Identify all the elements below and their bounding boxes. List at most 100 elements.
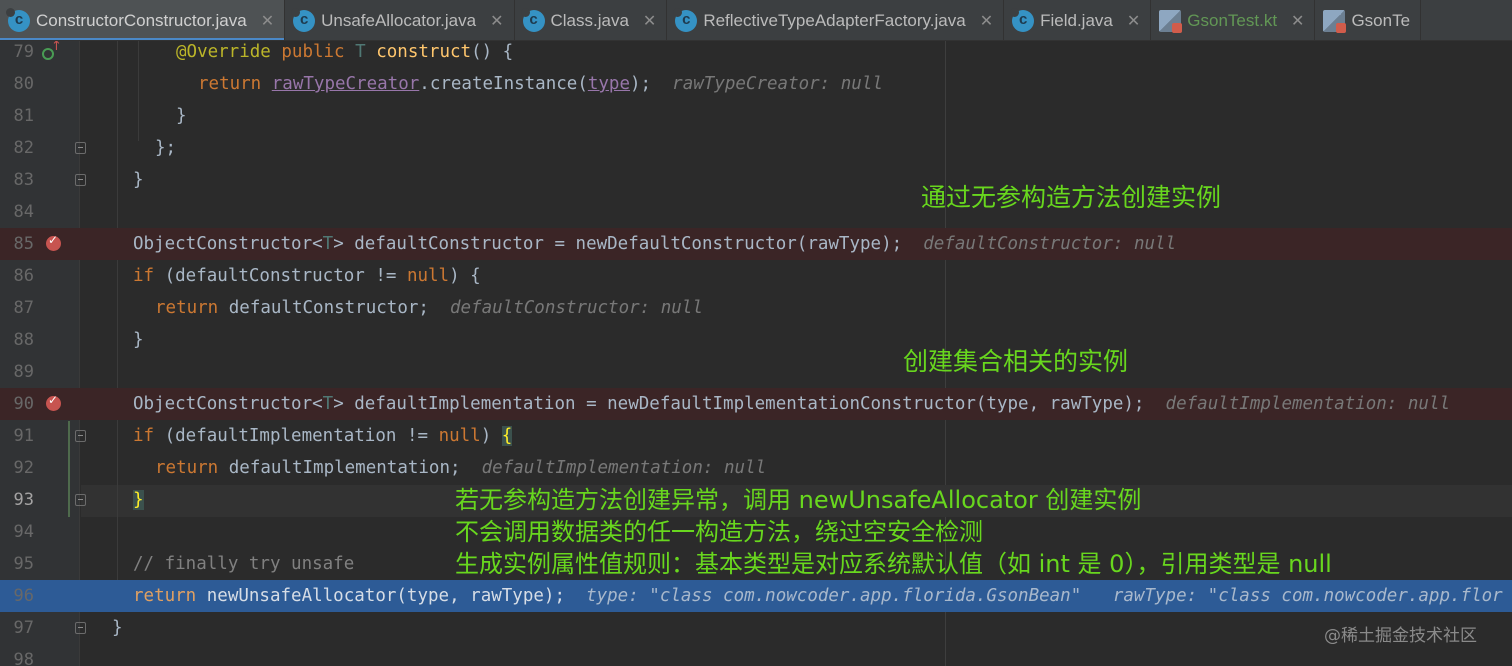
execution-point-line[interactable]: 96 return newUnsafeAllocator(type, rawTy… bbox=[0, 580, 1512, 612]
close-icon[interactable]: ✕ bbox=[261, 11, 274, 31]
code-line[interactable]: 82 }; bbox=[0, 132, 1512, 164]
code-line[interactable]: 92 return defaultImplementation; default… bbox=[0, 452, 1512, 484]
line-number: 95 bbox=[13, 554, 34, 574]
code-line-breakpoint[interactable]: 85 ObjectConstructor<T> defaultConstruct… bbox=[0, 228, 1512, 260]
breakpoint-icon[interactable] bbox=[46, 393, 61, 411]
line-number: 86 bbox=[13, 266, 34, 286]
kotlin-file-icon bbox=[1159, 9, 1183, 33]
line-number: 85 bbox=[13, 234, 34, 254]
tab-reflectivetypeadapterfactory[interactable]: ReflectiveTypeAdapterFactory.java ✕ bbox=[667, 0, 1005, 40]
tab-label: ReflectiveTypeAdapterFactory.java bbox=[703, 10, 966, 30]
line-number: 97 bbox=[13, 618, 34, 638]
java-class-icon bbox=[1010, 7, 1035, 32]
code-text: } bbox=[176, 106, 187, 126]
code-line[interactable]: 87 return defaultConstructor; defaultCon… bbox=[0, 292, 1512, 324]
tab-class[interactable]: Class.java ✕ bbox=[515, 0, 668, 40]
code-line[interactable]: 84 bbox=[0, 196, 1512, 228]
kotlin-file-icon bbox=[1323, 9, 1347, 33]
line-number: 92 bbox=[13, 458, 34, 478]
close-icon[interactable]: ✕ bbox=[1127, 11, 1140, 31]
code-line[interactable]: 86 if (defaultConstructor != null) { bbox=[0, 260, 1512, 292]
code-text: } bbox=[133, 484, 144, 516]
inline-debug-value: type: "class com.nowcoder.app.florida.Gs… bbox=[586, 586, 1503, 606]
code-text: ObjectConstructor<T> defaultImplementati… bbox=[133, 394, 1451, 414]
inline-debug-value: defaultImplementation: null bbox=[481, 458, 767, 478]
inline-debug-value: rawTypeCreator: null bbox=[672, 74, 883, 94]
code-line[interactable]: 80 return rawTypeCreator.createInstance(… bbox=[0, 68, 1512, 100]
fold-icon[interactable] bbox=[75, 142, 86, 154]
java-class-icon bbox=[673, 7, 698, 32]
line-number: 93 bbox=[13, 490, 34, 510]
watermark: @稀土掘金技术社区 bbox=[1324, 626, 1477, 646]
line-number: 87 bbox=[13, 298, 34, 318]
code-text: } bbox=[112, 618, 123, 638]
editor-tab-bar: ConstructorConstructor.java ✕ UnsafeAllo… bbox=[0, 0, 1512, 41]
code-line[interactable]: 83 } bbox=[0, 164, 1512, 196]
code-line-breakpoint[interactable]: 90 ObjectConstructor<T> defaultImplement… bbox=[0, 388, 1512, 420]
code-editor[interactable]: 79 @Override public T construct() { 80 r… bbox=[0, 41, 1512, 666]
fold-icon[interactable] bbox=[75, 494, 86, 506]
code-line[interactable]: 89 bbox=[0, 356, 1512, 388]
tab-gsonte[interactable]: GsonTe bbox=[1315, 0, 1422, 40]
tab-label: ConstructorConstructor.java bbox=[36, 10, 247, 30]
fold-icon[interactable] bbox=[75, 430, 86, 442]
close-icon[interactable]: ✕ bbox=[980, 11, 993, 31]
tab-label: Field.java bbox=[1040, 10, 1113, 30]
code-text: if (defaultConstructor != null) { bbox=[133, 266, 481, 286]
tab-label: UnsafeAllocator.java bbox=[321, 10, 477, 30]
close-icon[interactable]: ✕ bbox=[643, 11, 656, 31]
code-line[interactable]: 79 @Override public T construct() { bbox=[0, 41, 1512, 68]
line-number: 82 bbox=[13, 138, 34, 158]
inline-debug-value: defaultConstructor: null bbox=[450, 298, 703, 318]
code-comment: // finally try unsafe bbox=[133, 554, 355, 574]
line-number: 81 bbox=[13, 106, 34, 126]
java-class-icon bbox=[6, 7, 30, 32]
annotation-note: 通过无参构造方法创建实例 bbox=[921, 183, 1222, 212]
tab-gsontest-kt[interactable]: GsonTest.kt ✕ bbox=[1151, 0, 1316, 40]
annotation-note: 创建集合相关的实例 bbox=[903, 347, 1129, 376]
line-number: 83 bbox=[13, 170, 34, 190]
code-text: } bbox=[133, 170, 144, 190]
breakpoint-icon[interactable] bbox=[46, 233, 61, 251]
code-line[interactable]: 98 bbox=[0, 644, 1512, 666]
code-text: if (defaultImplementation != null) { bbox=[133, 426, 513, 446]
inline-debug-value: defaultConstructor: null bbox=[923, 234, 1177, 254]
code-line[interactable]: 97 } bbox=[0, 612, 1512, 644]
code-text: } bbox=[133, 330, 144, 350]
annotation-note: 若无参构造方法创建异常，调用 newUnsafeAllocator 创建实例 bbox=[455, 486, 1142, 514]
line-number: 94 bbox=[13, 522, 34, 542]
matched-brace: } bbox=[133, 490, 144, 510]
override-icon[interactable] bbox=[42, 41, 62, 60]
line-number: 79 bbox=[13, 42, 34, 62]
code-line[interactable]: 88 } bbox=[0, 324, 1512, 356]
annotation-note: 生成实例属性值规则：基本类型是对应系统默认值（如 int 是 0），引用类型是 … bbox=[455, 550, 1332, 578]
annotation-note: 不会调用数据类的任一构造方法，绕过空安全检测 bbox=[455, 518, 983, 546]
tab-unsafeallocator[interactable]: UnsafeAllocator.java ✕ bbox=[285, 0, 515, 40]
close-icon[interactable]: ✕ bbox=[490, 11, 503, 31]
tab-label: GsonTest.kt bbox=[1187, 10, 1278, 30]
tab-label: Class.java bbox=[550, 10, 629, 30]
code-text: return defaultImplementation; defaultImp… bbox=[155, 458, 767, 478]
inline-debug-value: defaultImplementation: null bbox=[1165, 394, 1451, 414]
tab-constructorconstructor[interactable]: ConstructorConstructor.java ✕ bbox=[0, 0, 286, 40]
line-number: 88 bbox=[13, 330, 34, 350]
fold-icon[interactable] bbox=[75, 622, 86, 634]
line-number: 96 bbox=[13, 586, 34, 606]
line-number: 89 bbox=[13, 362, 34, 382]
tab-label: GsonTe bbox=[1351, 10, 1411, 30]
fold-icon[interactable] bbox=[75, 174, 86, 186]
close-icon[interactable]: ✕ bbox=[1291, 11, 1304, 31]
line-number: 91 bbox=[13, 426, 34, 446]
code-text: return rawTypeCreator.createInstance(typ… bbox=[198, 74, 883, 94]
code-line[interactable]: 91 if (defaultImplementation != null) { bbox=[0, 420, 1512, 452]
code-text: return defaultConstructor; defaultConstr… bbox=[155, 298, 703, 318]
line-number: 80 bbox=[13, 74, 34, 94]
code-line[interactable]: 81 } bbox=[0, 100, 1512, 132]
line-number: 90 bbox=[13, 394, 34, 414]
line-number: 98 bbox=[13, 650, 34, 666]
code-text: }; bbox=[155, 138, 177, 158]
java-class-icon bbox=[520, 7, 545, 32]
matched-brace: { bbox=[501, 426, 513, 446]
code-text: @Override public T construct() { bbox=[176, 42, 514, 62]
tab-field[interactable]: Field.java ✕ bbox=[1004, 0, 1152, 40]
